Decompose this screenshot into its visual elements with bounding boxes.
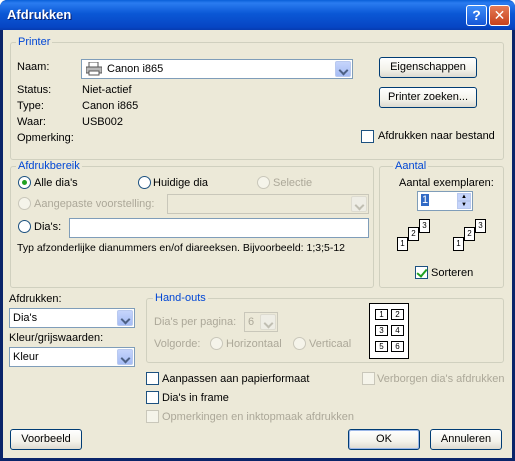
range-all-radio[interactable] [18, 176, 31, 189]
range-slides-radio[interactable] [18, 220, 31, 233]
properties-button[interactable]: Eigenschappen [379, 57, 477, 78]
ok-button[interactable]: OK [348, 429, 420, 450]
printer-icon [85, 61, 103, 76]
properties-button-label: Eigenschappen [390, 61, 466, 73]
collate-page: 1 [397, 237, 408, 251]
print-comments-checkbox[interactable] [146, 410, 159, 423]
comment-label: Opmerking: [17, 132, 74, 144]
copies-value: 1 [421, 194, 430, 206]
print-dialog: Afdrukken ? ✕ Printer Naam: Canon i865 E… [0, 0, 515, 461]
per-page-select[interactable]: 6 [244, 312, 278, 332]
collate-page: 2 [464, 227, 475, 241]
order-label: Volgorde: [154, 338, 201, 350]
collate-page: 2 [408, 227, 419, 241]
ok-button-label: OK [376, 433, 392, 445]
print-comments-label: Opmerkingen en inktopmaak afdrukken [162, 411, 354, 423]
where-label: Waar: [17, 116, 46, 128]
range-hint: Typ afzonderlijke dianummers en/of diare… [17, 242, 346, 254]
custom-show-select[interactable] [167, 194, 369, 214]
range-custom-radio[interactable] [18, 197, 31, 210]
slides-input[interactable] [69, 218, 369, 238]
collate-illustration-b: 1 2 3 [453, 219, 501, 255]
printer-name-value: Canon i865 [107, 63, 164, 75]
handout-preview: 1 2 3 4 5 6 [369, 303, 409, 359]
chevron-down-icon [117, 310, 133, 326]
type-label: Type: [17, 100, 44, 112]
chevron-down-icon [351, 196, 367, 212]
printer-group-title: Printer [16, 36, 53, 48]
frame-slides-label: Dia's in frame [162, 392, 229, 404]
collate-page: 3 [475, 219, 486, 233]
print-hidden-checkbox[interactable] [362, 372, 375, 385]
range-custom-label: Aangepaste voorstelling: [34, 198, 155, 210]
where-value: USB002 [82, 116, 123, 128]
copies-spinner[interactable]: 1 ▲ ▼ [417, 191, 473, 211]
help-button[interactable]: ? [466, 5, 487, 26]
status-value: Niet-actief [82, 84, 132, 96]
print-what-label: Afdrukken: [9, 293, 62, 305]
range-selection-label: Selectie [273, 177, 313, 189]
fit-to-paper-label: Aanpassen aan papierformaat [162, 373, 310, 385]
order-vertical-radio[interactable] [293, 337, 306, 350]
title-bar: Afdrukken ? ✕ [0, 0, 515, 30]
range-slides-label: Dia's: [34, 221, 62, 233]
handout-cell: 5 [375, 341, 388, 352]
handout-cell: 1 [375, 309, 388, 320]
print-hidden-label: Verborgen dia's afdrukken [377, 373, 505, 385]
cancel-button[interactable]: Annuleren [430, 429, 502, 450]
fit-to-paper-checkbox[interactable] [146, 372, 159, 385]
window-title: Afdrukken [7, 7, 72, 22]
collate-page: 3 [419, 219, 430, 233]
printer-name-select[interactable]: Canon i865 [81, 59, 353, 79]
handouts-group-title: Hand-outs [153, 292, 208, 304]
chevron-down-icon [117, 349, 133, 365]
printer-name-label: Naam: [17, 61, 50, 73]
collate-page: 1 [453, 237, 464, 251]
print-to-file-label: Afdrukken naar bestand [378, 130, 495, 142]
collate-illustration-a: 1 2 3 [397, 219, 445, 255]
frame-slides-checkbox[interactable] [146, 391, 159, 404]
range-selection-radio[interactable] [257, 176, 270, 189]
range-all-label: Alle dia's [34, 177, 78, 189]
copies-label: Aantal exemplaren: [399, 177, 494, 189]
per-page-label: Dia's per pagina: [154, 316, 237, 328]
copies-group-title: Aantal [393, 160, 429, 172]
range-current-radio[interactable] [138, 176, 151, 189]
handout-cell: 6 [391, 341, 404, 352]
handouts-group [146, 298, 504, 363]
print-range-group-title: Afdrukbereik [16, 160, 82, 172]
preview-button[interactable]: Voorbeeld [10, 429, 82, 450]
collate-checkbox[interactable] [415, 266, 428, 279]
print-what-select[interactable]: Dia's [9, 308, 135, 328]
type-value: Canon i865 [82, 100, 139, 112]
order-horizontal-radio[interactable] [210, 337, 223, 350]
chevron-down-icon [335, 61, 351, 77]
print-what-value: Dia's [13, 312, 38, 324]
color-select[interactable]: Kleur [9, 347, 135, 367]
per-page-value: 6 [248, 316, 255, 328]
handout-cell: 3 [375, 325, 388, 336]
color-label: Kleur/grijswaarden: [9, 332, 104, 344]
spin-down-icon[interactable]: ▼ [457, 201, 471, 209]
spin-up-icon[interactable]: ▲ [457, 193, 471, 201]
handout-cell: 4 [391, 325, 404, 336]
preview-button-label: Voorbeeld [21, 433, 71, 445]
cancel-button-label: Annuleren [440, 433, 492, 445]
range-current-label: Huidige dia [153, 177, 209, 189]
print-to-file-checkbox[interactable] [361, 130, 374, 143]
find-printer-button-label: Printer zoeken... [387, 91, 469, 103]
handout-cell: 2 [391, 309, 404, 320]
order-horizontal-label: Horizontaal [226, 338, 282, 350]
close-button[interactable]: ✕ [489, 5, 510, 26]
color-value: Kleur [13, 351, 39, 363]
order-vertical-label: Verticaal [309, 338, 352, 350]
close-icon: ✕ [493, 7, 506, 23]
dialog-body: Printer Naam: Canon i865 Eigenschappen P… [3, 30, 512, 458]
chevron-down-icon [260, 314, 276, 330]
find-printer-button[interactable]: Printer zoeken... [379, 87, 477, 108]
collate-label: Sorteren [431, 267, 474, 279]
status-label: Status: [17, 84, 52, 96]
